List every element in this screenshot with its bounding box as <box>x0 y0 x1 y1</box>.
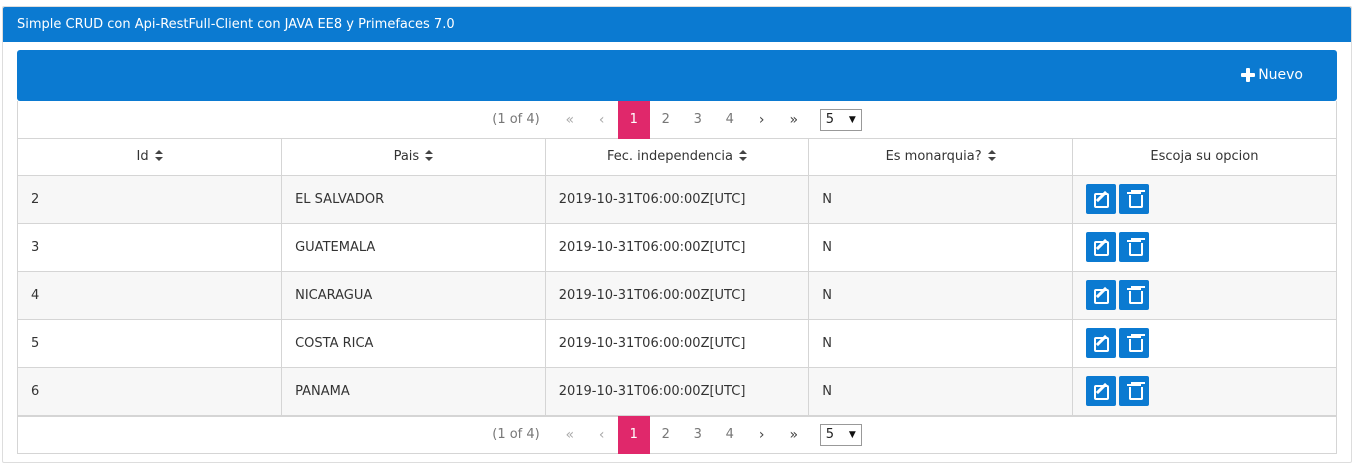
sort-icon <box>738 150 747 162</box>
cell-pais: COSTA RICA <box>281 319 546 368</box>
prev-page-button[interactable]: ‹ <box>586 101 618 139</box>
cell-monarquia: N <box>808 223 1073 272</box>
column-header-label: Pais <box>393 149 420 165</box>
data-table: (1 of 4) « ‹ 1 2 3 4 › » 5 ▼ Id Pais Fec… <box>17 100 1337 454</box>
dropdown-arrow-icon: ▼ <box>848 429 856 440</box>
table-row: 5 COSTA RICA 2019-10-31T06:00:00Z[UTC] N <box>18 319 1336 368</box>
page-button-4[interactable]: 4 <box>714 416 746 454</box>
page-button-1[interactable]: 1 <box>617 415 650 454</box>
cell-id: 6 <box>18 367 283 416</box>
cell-id: 4 <box>18 271 283 320</box>
prev-page-button[interactable]: ‹ <box>586 416 618 454</box>
next-page-button[interactable]: › <box>746 416 778 454</box>
cell-pais: GUATEMALA <box>281 223 546 272</box>
rows-per-page-select[interactable]: 5 ▼ <box>819 108 862 131</box>
rows-per-page-select[interactable]: 5 ▼ <box>819 423 862 446</box>
cell-pais: NICARAGUA <box>281 271 546 320</box>
trash-icon[interactable] <box>1118 232 1149 262</box>
table-row: 6 PANAMA 2019-10-31T06:00:00Z[UTC] N <box>18 367 1336 416</box>
cell-monarquia: N <box>808 319 1073 368</box>
countries-table: Id Pais Fec. independencia Es monarquia?… <box>18 139 1336 416</box>
new-button-label: Nuevo <box>1258 67 1303 83</box>
column-header-id[interactable]: Id <box>18 139 283 176</box>
page-button-1[interactable]: 1 <box>617 100 650 139</box>
rows-per-page-value: 5 <box>825 112 835 127</box>
dropdown-arrow-icon: ▼ <box>848 114 856 125</box>
cell-fecha: 2019-10-31T06:00:00Z[UTC] <box>545 223 810 272</box>
cell-id: 3 <box>18 223 283 272</box>
page-button-3[interactable]: 3 <box>682 101 714 139</box>
cell-pais: PANAMA <box>281 367 546 416</box>
sort-icon <box>425 150 434 162</box>
trash-icon[interactable] <box>1118 328 1149 358</box>
cell-monarquia: N <box>808 271 1073 320</box>
table-row: 4 NICARAGUA 2019-10-31T06:00:00Z[UTC] N <box>18 271 1336 320</box>
paginator-current-report: (1 of 4) <box>492 112 540 127</box>
rows-per-page-value: 5 <box>825 427 835 442</box>
column-header-label: Id <box>136 149 149 165</box>
last-page-button[interactable]: » <box>778 416 810 454</box>
page-button-2[interactable]: 2 <box>650 101 682 139</box>
column-header-label: Escoja su opcion <box>1150 149 1259 165</box>
first-page-button[interactable]: « <box>554 416 586 454</box>
cell-monarquia: N <box>808 175 1073 224</box>
page-button-4[interactable]: 4 <box>714 101 746 139</box>
edit-icon[interactable] <box>1085 232 1116 262</box>
edit-icon[interactable] <box>1085 184 1116 214</box>
column-header-label: Es monarquia? <box>885 149 982 165</box>
trash-icon[interactable] <box>1118 184 1149 214</box>
cell-fecha: 2019-10-31T06:00:00Z[UTC] <box>545 271 810 320</box>
edit-icon[interactable] <box>1085 328 1116 358</box>
last-page-button[interactable]: » <box>778 101 810 139</box>
toolbar: Nuevo <box>17 50 1337 101</box>
column-header-pais[interactable]: Pais <box>281 139 546 176</box>
table-row: 2 EL SALVADOR 2019-10-31T06:00:00Z[UTC] … <box>18 175 1336 224</box>
cell-monarquia: N <box>808 367 1073 416</box>
edit-icon[interactable] <box>1085 376 1116 406</box>
column-header-actions: Escoja su opcion <box>1072 139 1336 176</box>
new-button[interactable]: Nuevo <box>1241 63 1303 87</box>
panel-title: Simple CRUD con Api-RestFull-Client con … <box>3 7 1351 42</box>
page-button-2[interactable]: 2 <box>650 416 682 454</box>
next-page-button[interactable]: › <box>746 101 778 139</box>
cell-actions <box>1072 271 1336 320</box>
crud-panel: Simple CRUD con Api-RestFull-Client con … <box>2 6 1352 463</box>
cell-fecha: 2019-10-31T06:00:00Z[UTC] <box>545 367 810 416</box>
trash-icon[interactable] <box>1118 376 1149 406</box>
cell-actions <box>1072 319 1336 368</box>
table-row: 3 GUATEMALA 2019-10-31T06:00:00Z[UTC] N <box>18 223 1336 272</box>
cell-fecha: 2019-10-31T06:00:00Z[UTC] <box>545 175 810 224</box>
column-header-monarquia[interactable]: Es monarquia? <box>808 139 1073 176</box>
column-header-label: Fec. independencia <box>606 149 733 165</box>
paginator-current-report: (1 of 4) <box>492 427 540 442</box>
trash-icon[interactable] <box>1118 280 1149 310</box>
cell-actions <box>1072 175 1336 224</box>
sort-icon <box>154 150 163 162</box>
plus-icon <box>1241 68 1256 82</box>
paginator-bottom: (1 of 4) « ‹ 1 2 3 4 › » 5 ▼ <box>18 415 1336 454</box>
cell-fecha: 2019-10-31T06:00:00Z[UTC] <box>545 319 810 368</box>
paginator-top: (1 of 4) « ‹ 1 2 3 4 › » 5 ▼ <box>18 100 1336 139</box>
sort-icon <box>987 150 996 162</box>
cell-actions <box>1072 223 1336 272</box>
edit-icon[interactable] <box>1085 280 1116 310</box>
column-header-fecha[interactable]: Fec. independencia <box>545 139 810 176</box>
first-page-button[interactable]: « <box>554 101 586 139</box>
cell-id: 2 <box>18 175 283 224</box>
page-button-3[interactable]: 3 <box>682 416 714 454</box>
cell-actions <box>1072 367 1336 416</box>
cell-pais: EL SALVADOR <box>281 175 546 224</box>
cell-id: 5 <box>18 319 283 368</box>
